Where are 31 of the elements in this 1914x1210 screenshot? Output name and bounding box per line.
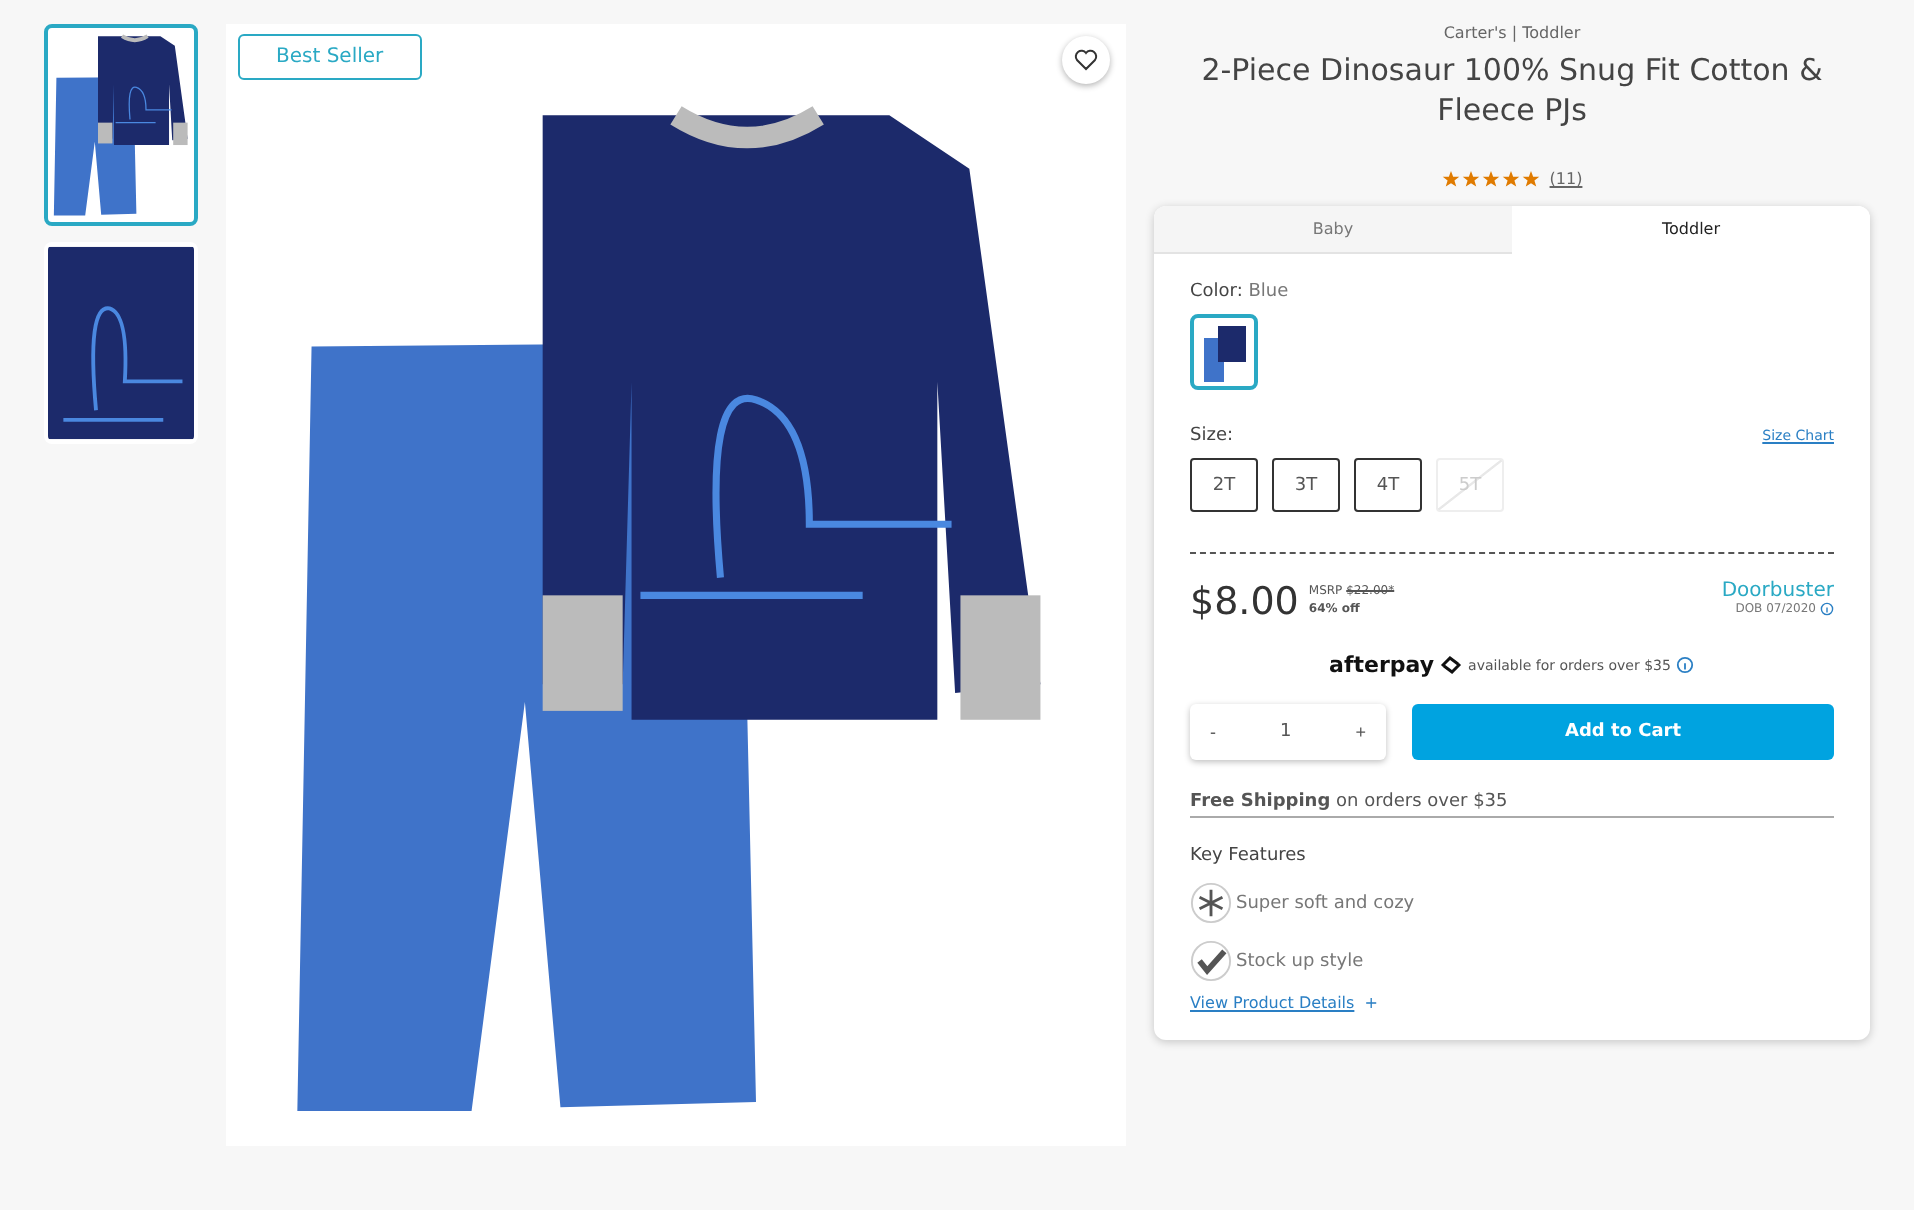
shipping-note: Free Shipping on orders over $35 xyxy=(1190,792,1834,818)
size-group-tab[interactable]: Baby xyxy=(1154,206,1512,254)
feature-label: Super soft and cozy xyxy=(1236,893,1415,913)
decrease-button[interactable]: - xyxy=(1206,722,1220,742)
product-title: 2-Piece Dinosaur 100% Snug Fit Cotton & Fleece PJs xyxy=(1199,50,1825,130)
snowflake-icon xyxy=(1190,882,1232,924)
info-icon[interactable] xyxy=(1820,602,1834,616)
afterpay-logo: afterpay xyxy=(1329,652,1435,678)
size-option[interactable]: 3T xyxy=(1272,458,1340,512)
promo-label: Doorbuster xyxy=(1721,580,1834,602)
size-group-tab[interactable]: Toddler xyxy=(1512,206,1870,254)
sale-price: $8.00 xyxy=(1190,580,1299,624)
color-label: Color: Blue xyxy=(1190,282,1291,302)
wishlist-button[interactable] xyxy=(1062,36,1110,84)
quantity-value: 1 xyxy=(1280,722,1292,742)
info-icon[interactable] xyxy=(1676,656,1695,674)
best-seller-badge: Best Seller xyxy=(238,34,422,80)
size-option[interactable]: 4T xyxy=(1354,458,1422,512)
size-option[interactable]: 2T xyxy=(1190,458,1258,512)
size-label: Size: xyxy=(1190,426,1234,446)
feature-label: Stock up style xyxy=(1236,951,1364,971)
checkmark-icon xyxy=(1190,940,1232,982)
add-to-cart-button[interactable]: Add to Cart xyxy=(1412,704,1834,760)
expand-icon[interactable]: + xyxy=(1364,994,1378,1012)
heart-icon xyxy=(1074,48,1098,72)
color-swatch[interactable] xyxy=(1190,314,1258,390)
review-count-link[interactable]: (11) xyxy=(1549,170,1583,188)
brand-label: Carter's | Toddler xyxy=(1443,24,1581,42)
increase-button[interactable]: + xyxy=(1351,722,1370,742)
features-heading: Key Features xyxy=(1190,846,1308,866)
product-details-link[interactable]: View Product Details xyxy=(1190,994,1355,1012)
